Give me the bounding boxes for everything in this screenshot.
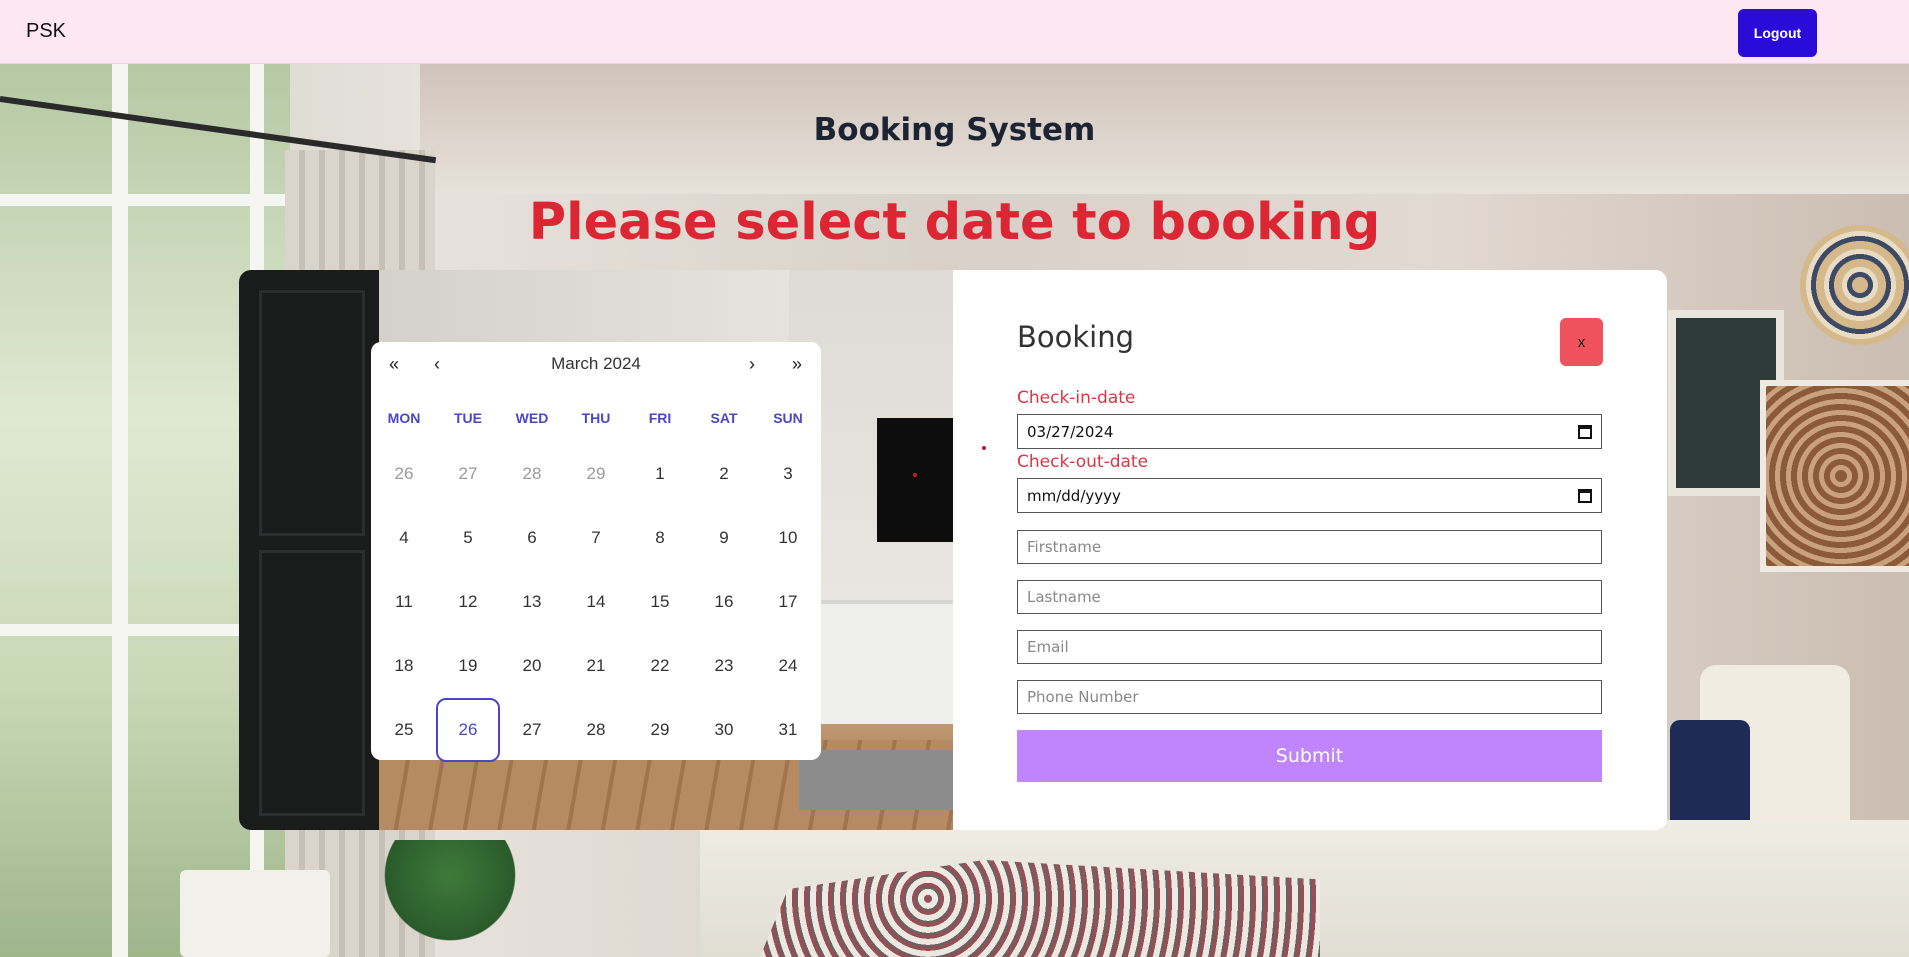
submit-button[interactable]: Submit xyxy=(1017,730,1602,782)
calendar-day[interactable]: 20 xyxy=(500,634,564,698)
weekday-label: SUN xyxy=(773,410,803,426)
calendar-day[interactable]: 17 xyxy=(756,570,820,634)
background-wall-art xyxy=(1760,380,1909,572)
weekday-label: MON xyxy=(387,410,421,426)
calendar-day[interactable]: 2 xyxy=(692,442,756,506)
calendar-day[interactable]: 15 xyxy=(628,570,692,634)
calendar-day[interactable]: 16 xyxy=(692,570,756,634)
calendar-week: 25 26 27 28 29 30 31 xyxy=(371,698,822,762)
weekday-label: FRI xyxy=(648,410,672,426)
calendar-day[interactable]: 28 xyxy=(500,442,564,506)
calendar-day[interactable]: 26 xyxy=(372,442,436,506)
lastname-placeholder: Lastname xyxy=(1027,588,1101,606)
booking-form: Booking x Check-in-date 03/27/2024 Check… xyxy=(953,270,1667,830)
date-picker-calendar: « ‹ March 2024 › » MON TUE WED THU FRI S… xyxy=(371,342,822,762)
calendar-week: 11 12 13 14 15 16 17 xyxy=(371,570,822,634)
page-subtitle: Please select date to booking xyxy=(528,193,1381,252)
weekday-label: TUE xyxy=(454,410,482,426)
firstname-placeholder: Firstname xyxy=(1027,538,1102,556)
page-title: Booking System xyxy=(813,112,1096,148)
weekday-label: WED xyxy=(515,410,549,426)
email-placeholder: Email xyxy=(1027,638,1069,656)
navbar: PSK Logout xyxy=(0,0,1909,64)
calendar-day[interactable]: 29 xyxy=(564,442,628,506)
calendar-week: 18 19 20 21 22 23 24 xyxy=(371,634,822,698)
calendar-day[interactable]: 4 xyxy=(372,506,436,570)
calendar-day[interactable]: 22 xyxy=(628,634,692,698)
phone-number-input[interactable]: Phone Number xyxy=(1017,680,1602,714)
calendar-day[interactable]: 28 xyxy=(564,698,628,762)
form-title: Booking xyxy=(1017,320,1135,354)
calendar-day[interactable]: 10 xyxy=(756,506,820,570)
calendar-day[interactable]: 11 xyxy=(372,570,436,634)
checkout-date-input[interactable]: mm/dd/yyyy xyxy=(1017,478,1602,513)
calendar-day[interactable]: 14 xyxy=(564,570,628,634)
calendar-weekdays: MON TUE WED THU FRI SAT SUN xyxy=(371,410,822,426)
firstname-input[interactable]: Firstname xyxy=(1017,530,1602,564)
calendar-week: 4 5 6 7 8 9 10 xyxy=(371,506,822,570)
calendar-day[interactable]: 19 xyxy=(436,634,500,698)
weekday-label: SAT xyxy=(710,410,738,426)
calendar-day[interactable]: 13 xyxy=(500,570,564,634)
next-year-button[interactable]: » xyxy=(792,354,802,375)
next-month-button[interactable]: › xyxy=(749,354,755,375)
phone-number-placeholder: Phone Number xyxy=(1027,688,1139,706)
checkin-date-value: 03/27/2024 xyxy=(1027,422,1114,441)
checkin-date-input[interactable]: 03/27/2024 xyxy=(1017,414,1602,449)
calendar-icon[interactable] xyxy=(1578,424,1592,439)
calendar-day[interactable]: 12 xyxy=(436,570,500,634)
calendar-day[interactable]: 30 xyxy=(692,698,756,762)
weekday-label: THU xyxy=(581,410,611,426)
background-side-table xyxy=(180,870,330,957)
calendar-day[interactable]: 31 xyxy=(756,698,820,762)
decorative-dot xyxy=(982,446,986,450)
calendar-day[interactable]: 23 xyxy=(692,634,756,698)
background-plant xyxy=(380,840,520,957)
calendar-icon[interactable] xyxy=(1578,488,1592,503)
calendar-day[interactable]: 24 xyxy=(756,634,820,698)
calendar-day[interactable]: 9 xyxy=(692,506,756,570)
calendar-day[interactable]: 5 xyxy=(436,506,500,570)
brand-logo[interactable]: PSK xyxy=(26,20,66,43)
logout-button[interactable]: Logout xyxy=(1738,9,1817,57)
calendar-day[interactable]: 1 xyxy=(628,442,692,506)
calendar-day[interactable]: 27 xyxy=(500,698,564,762)
calendar-day[interactable]: 21 xyxy=(564,634,628,698)
room-image-tv-light xyxy=(913,473,917,477)
room-image-door xyxy=(239,270,379,830)
close-button[interactable]: x xyxy=(1560,318,1603,366)
calendar-day[interactable]: 3 xyxy=(756,442,820,506)
room-image-console xyxy=(819,600,953,724)
email-input[interactable]: Email xyxy=(1017,630,1602,664)
room-image-rug xyxy=(799,750,953,810)
checkout-label: Check-out-date xyxy=(1017,452,1149,472)
room-image-tv xyxy=(877,418,953,542)
calendar-day[interactable]: 18 xyxy=(372,634,436,698)
calendar-day[interactable]: 25 xyxy=(372,698,436,762)
calendar-day[interactable]: 8 xyxy=(628,506,692,570)
lastname-input[interactable]: Lastname xyxy=(1017,580,1602,614)
calendar-week: 26 27 28 29 1 2 3 xyxy=(371,442,822,506)
calendar-day-today[interactable]: 26 xyxy=(436,698,500,762)
calendar-day[interactable]: 6 xyxy=(500,506,564,570)
calendar-day[interactable]: 7 xyxy=(564,506,628,570)
calendar-day[interactable]: 29 xyxy=(628,698,692,762)
checkin-label: Check-in-date xyxy=(1017,388,1136,408)
checkout-date-placeholder: mm/dd/yyyy xyxy=(1027,486,1121,505)
calendar-day[interactable]: 27 xyxy=(436,442,500,506)
